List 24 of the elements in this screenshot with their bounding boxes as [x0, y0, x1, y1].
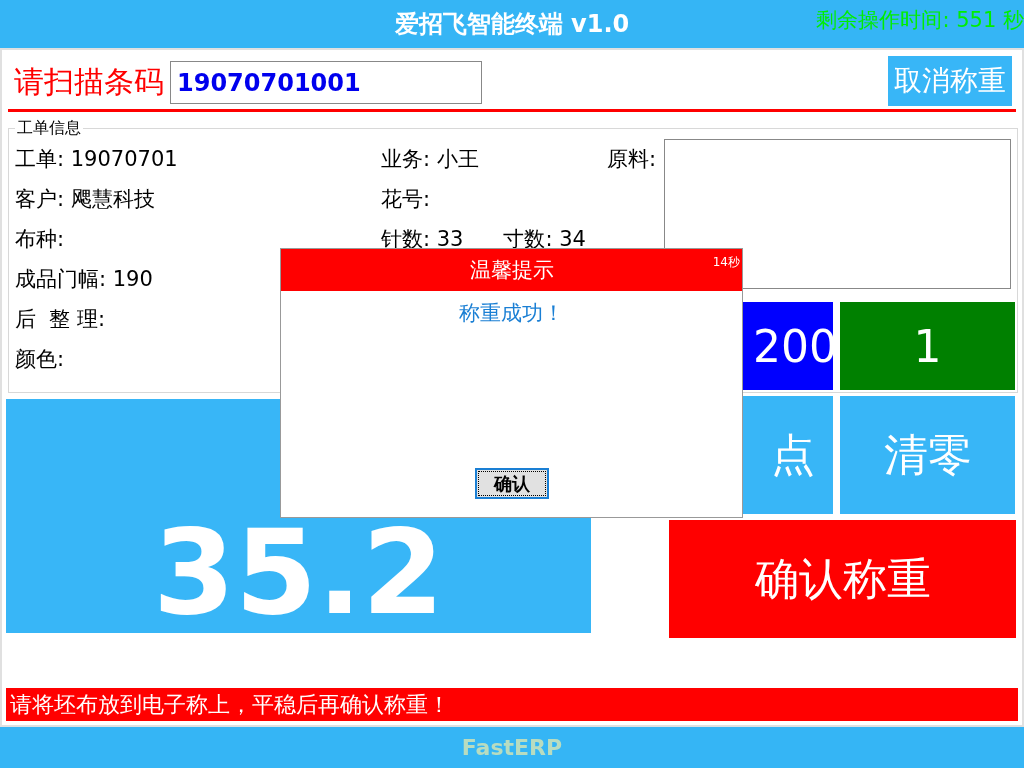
keypad-button[interactable]: 1	[840, 302, 1015, 390]
footer-brand: FastERP	[461, 735, 563, 760]
remaining-time: 剩余操作时间: 551 秒	[816, 7, 1024, 34]
info-field: 业务: 小王	[381, 139, 479, 179]
dialog-message: 称重成功！	[459, 300, 564, 327]
scan-label: 请扫描条码	[14, 63, 164, 101]
dialog-ok-button[interactable]: 确认	[474, 468, 549, 499]
dialog-title: 温馨提示	[469, 257, 554, 284]
info-field: 后 整 理:	[15, 299, 381, 339]
confirm-weigh-button[interactable]: 确认称重	[669, 520, 1016, 638]
barcode-field[interactable]: 19070701001	[170, 61, 482, 104]
dialog-countdown: 14秒	[712, 254, 740, 271]
info-field: 原料:	[607, 139, 657, 179]
info-field: 针数: 33	[381, 219, 464, 259]
info-field: 工单: 19070701	[15, 139, 381, 179]
info-field: 颜色:	[15, 339, 381, 379]
app-title: 爱招飞智能终端 v1.0	[394, 9, 630, 40]
info-field: 花号:	[381, 179, 431, 219]
info-field: 寸数: 34	[503, 219, 586, 259]
info-field: 成品门幅: 190	[15, 259, 381, 299]
info-field: 布种:	[15, 219, 381, 259]
status-message: 请将坯布放到电子称上，平稳后再确认称重！	[6, 688, 1018, 721]
panel-legend: 工单信息	[15, 118, 83, 139]
info-field: 客户: 飔慧科技	[15, 179, 381, 219]
